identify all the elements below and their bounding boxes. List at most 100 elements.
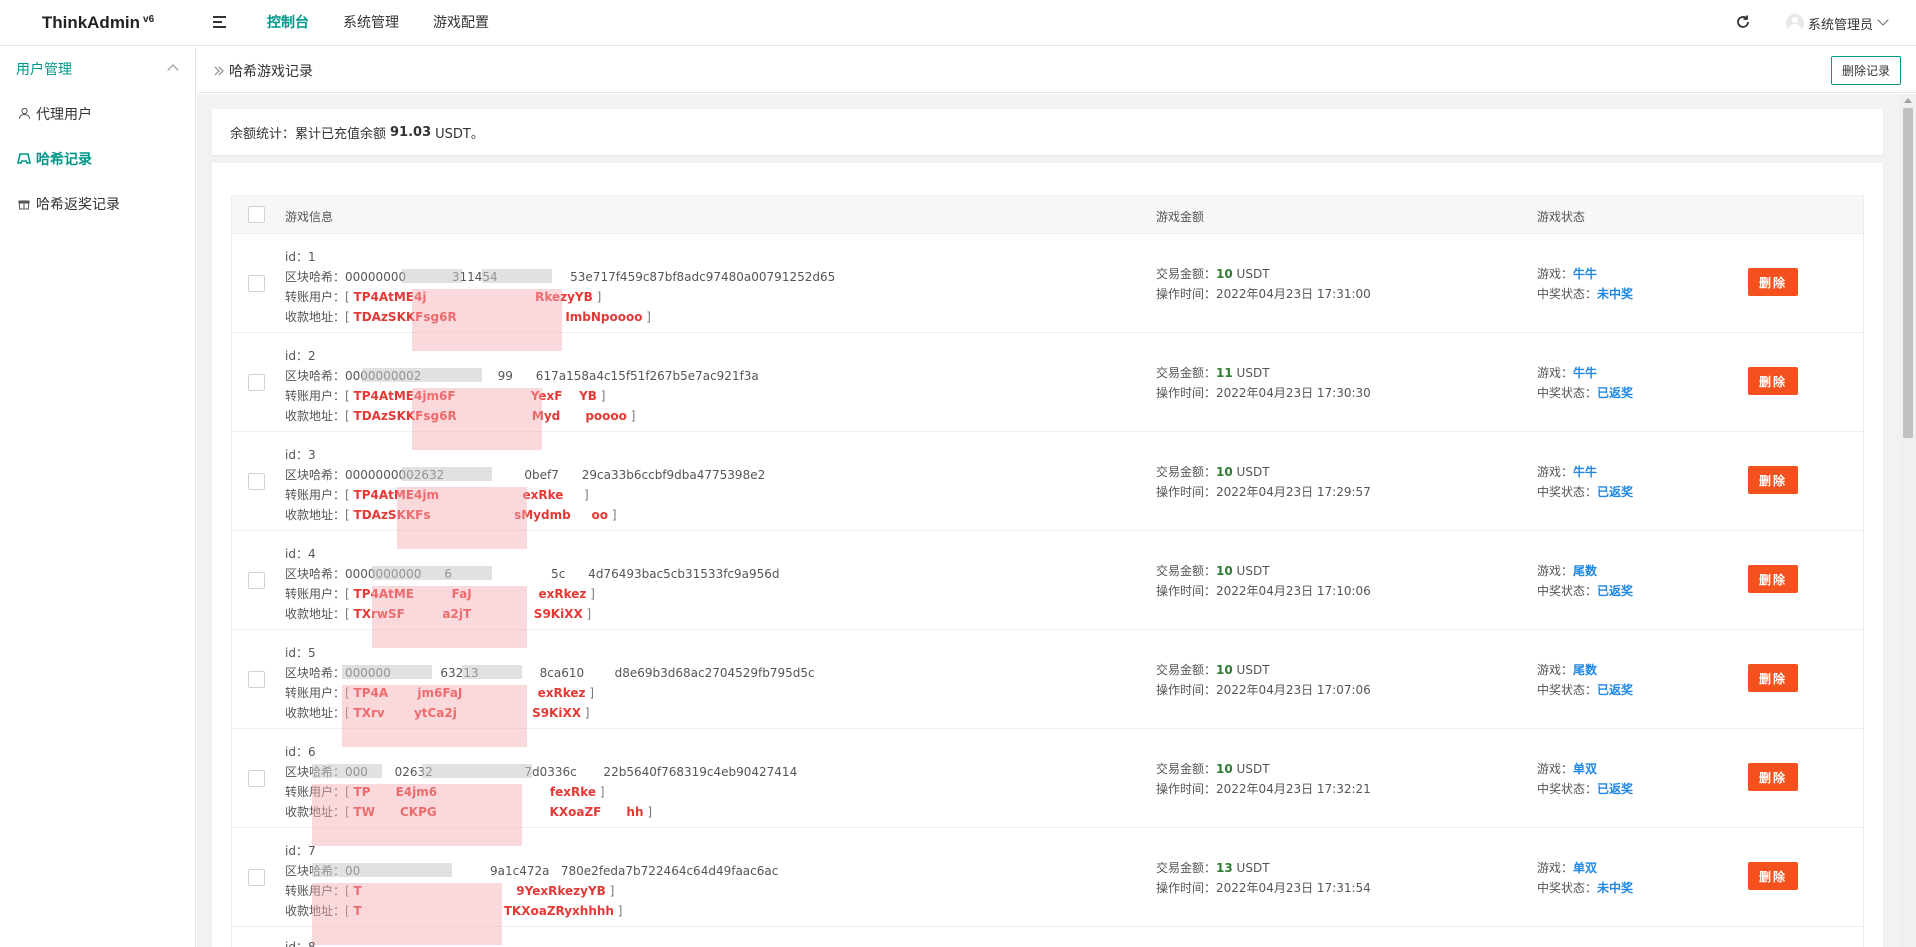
row-id: 7 [307,844,316,858]
delete-button[interactable]: 删除 [1748,664,1798,692]
game-type: 牛牛 [1573,465,1598,479]
game-status: 游戏：单双 中奖状态：未中奖 [1537,861,1634,895]
operation-time: 2022年04月23日 17:07:06 [1216,683,1371,697]
amount-value: 10 [1216,564,1233,578]
nav-game-config[interactable]: 游戏配置 [416,0,506,46]
brand-version: v6 [143,13,155,25]
operation-time: 2022年04月23日 17:31:54 [1216,881,1371,895]
operation-time: 2022年04月23日 17:31:00 [1216,287,1371,301]
stats-amount: 91.03 [390,124,432,140]
delete-button[interactable]: 删除 [1748,367,1798,395]
game-status: 游戏：尾数 中奖状态：已返奖 [1537,564,1634,598]
game-type: 牛牛 [1573,366,1598,380]
main-content: 余额统计：累计已充值余额 91.03 USDT。 游戏信息 游戏金额 游戏状态 … [197,94,1899,947]
redaction-mask [362,368,482,382]
redaction-mask [312,764,382,778]
row-id: 4 [307,547,316,561]
row-id: 3 [307,448,316,462]
operation-time: 2022年04月23日 17:10:06 [1216,584,1371,598]
delete-records-button[interactable]: 删除记录 [1831,56,1901,85]
row-checkbox[interactable] [248,671,266,688]
win-status: 已返奖 [1597,683,1634,697]
breadcrumb: 哈希游戏记录 [213,61,313,81]
game-status: 游戏：单双 中奖状态：已返奖 [1537,762,1634,796]
menu-toggle-icon[interactable] [212,14,228,30]
game-amount: 交易金额：11 USDT 操作时间：2022年04月23日 17:30:30 [1156,366,1371,400]
row-checkbox[interactable] [248,770,266,787]
amount-value: 10 [1216,267,1233,281]
delete-button[interactable]: 删除 [1748,565,1798,593]
game-amount: 交易金额：13 USDT 操作时间：2022年04月23日 17:31:54 [1156,861,1371,895]
user-menu[interactable]: 系统管理员 [1786,12,1889,34]
header-game-info: 游戏信息 [285,210,334,224]
redaction-mask [342,665,432,679]
sidebar-item-hash-rewards[interactable]: 哈希返奖记录 [0,181,195,226]
sidebar-item-hash-records[interactable]: 哈希记录 [0,136,195,181]
game-amount: 交易金额：10 USDT 操作时间：2022年04月23日 17:29:57 [1156,465,1371,499]
row-id: 6 [307,745,316,759]
sidebar-group-label: 用户管理 [16,62,72,78]
page-scrollbar[interactable] [1899,94,1916,947]
win-status: 已返奖 [1597,485,1634,499]
delete-button[interactable]: 删除 [1748,268,1798,296]
game-type: 尾数 [1573,663,1598,677]
row-checkbox[interactable] [248,572,266,589]
win-status: 未中奖 [1597,287,1634,301]
game-type: 尾数 [1573,564,1598,578]
row-id: 8 [307,940,316,947]
game-type: 单双 [1573,861,1598,875]
table-row: id：7区块哈希：00 9a1c472a 780e2feda7b722464c6… [232,828,1863,945]
sidebar: 用户管理 代理用户 哈希记录 哈希返奖记录 [0,47,196,947]
sidebar-group-user-management[interactable]: 用户管理 [0,47,195,91]
table-row: id：6区块哈希：000 02632 7d0336c 22b5640f76831… [232,729,1863,846]
table-row: id：8 [232,927,1863,947]
stats-suffix: USDT。 [435,126,484,142]
win-status: 未中奖 [1597,881,1634,895]
select-all-checkbox[interactable] [248,206,266,223]
header-game-status: 游戏状态 [1537,210,1586,224]
redaction-mask [422,764,532,778]
top-nav: 控制台 系统管理 游戏配置 [250,0,506,46]
chevron-down-icon [1877,14,1889,26]
sidebar-item-label: 代理用户 [36,106,92,123]
table-row: id：2 区块哈希：0000000002 99 617a158a4c15f51f2… [232,333,1863,450]
nav-console[interactable]: 控制台 [250,0,326,46]
chevron-up-icon [167,64,179,76]
page-title: 哈希游戏记录 [229,64,313,80]
breadcrumb-bar: 哈希游戏记录 删除记录 [197,47,1916,93]
gamepad-icon [17,152,31,166]
redaction-mask [312,863,452,877]
win-status: 已返奖 [1597,782,1634,796]
user-name: 系统管理员 [1808,17,1874,33]
delete-button[interactable]: 删除 [1748,466,1798,494]
operation-time: 2022年04月23日 17:29:57 [1216,485,1371,499]
operation-time: 2022年04月23日 17:30:30 [1216,386,1371,400]
game-status: 游戏：牛牛 中奖状态：未中奖 [1537,267,1634,301]
row-checkbox[interactable] [248,473,266,490]
row-checkbox[interactable] [248,275,266,292]
scroll-up-icon[interactable] [1904,98,1912,103]
nav-system[interactable]: 系统管理 [326,0,416,46]
redaction-mask [462,665,522,679]
game-amount: 交易金额：10 USDT 操作时间：2022年04月23日 17:10:06 [1156,564,1371,598]
redaction-mask [482,269,552,283]
amount-value: 13 [1216,861,1233,875]
game-status: 游戏：牛牛 中奖状态：已返奖 [1537,465,1634,499]
balance-stats: 余额统计：累计已充值余额 91.03 USDT。 [212,109,1883,155]
refresh-icon[interactable] [1734,13,1752,31]
delete-button[interactable]: 删除 [1748,862,1798,890]
delete-button[interactable]: 删除 [1748,763,1798,791]
table-body: id：1 区块哈希：00000000 311454 53e717f459c87bf… [232,234,1863,947]
game-status: 游戏：尾数 中奖状态：已返奖 [1537,663,1634,697]
scroll-thumb[interactable] [1903,108,1913,438]
redaction-mask [402,467,492,481]
game-type: 单双 [1573,762,1598,776]
sidebar-item-label: 哈希返奖记录 [36,196,120,213]
table-row: id：3 区块哈希：0000000002632 0bef7 29ca33b6ccb… [232,432,1863,549]
sidebar-item-agent-users[interactable]: 代理用户 [0,91,195,136]
double-chevron-right-icon [214,66,224,76]
brand-logo[interactable]: ThinkAdmin v6 [0,0,196,46]
row-checkbox[interactable] [248,374,266,391]
row-checkbox[interactable] [248,869,266,886]
table-header: 游戏信息 游戏金额 游戏状态 [232,196,1863,234]
